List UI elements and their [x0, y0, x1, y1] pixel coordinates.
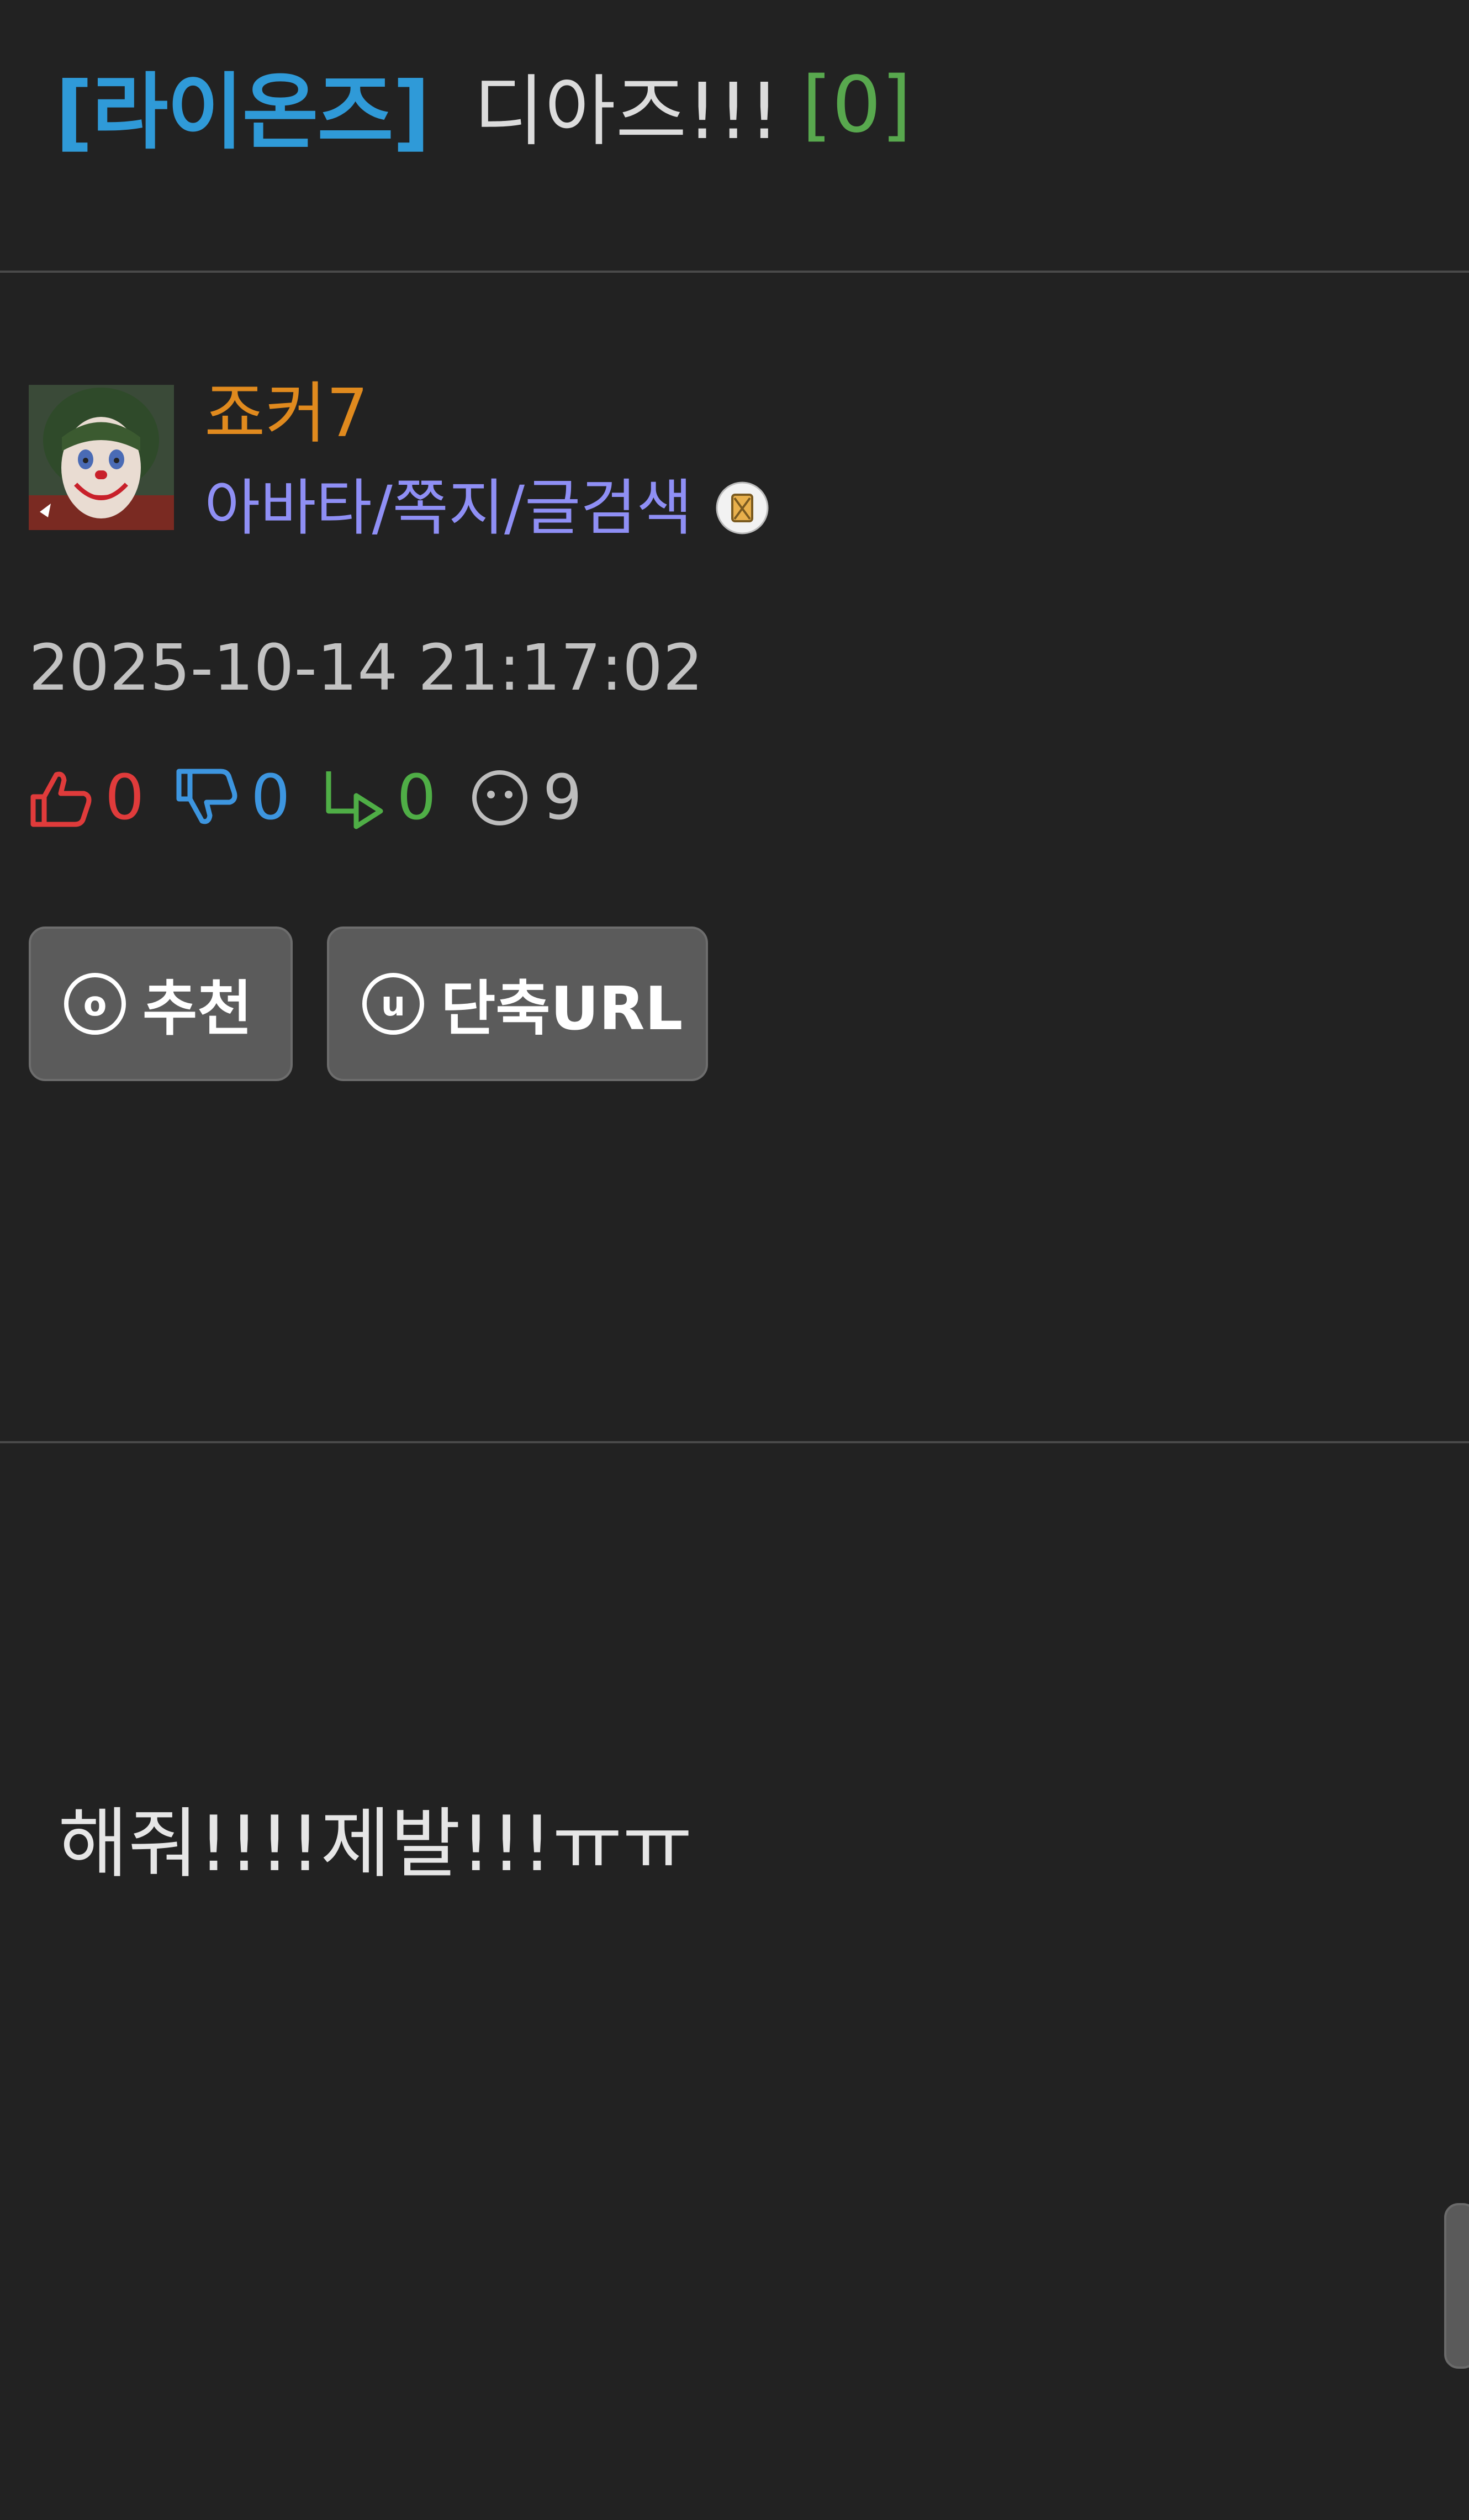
post-date: 2025-10-14 21:17:02	[29, 631, 704, 705]
reply-arrow-icon	[326, 771, 383, 829]
post-body: 해줘!!!!제발!!!ㅠㅠ	[58, 1799, 693, 1888]
member-level-badge-icon	[716, 481, 769, 534]
downvote-count: 0	[251, 762, 290, 834]
recommend-label: 추천	[142, 975, 252, 1044]
author-menu: 아바타/쪽지/글검색	[204, 472, 770, 544]
view-count: 9	[542, 762, 583, 834]
short-url-button[interactable]: u 단축URL	[327, 927, 708, 1081]
recommend-circle-icon: o	[64, 973, 126, 1035]
title-divider	[0, 271, 1469, 273]
comment-count[interactable]: [0]	[802, 60, 911, 150]
thumbs-up-icon[interactable]	[29, 765, 95, 831]
author-name[interactable]: 죠커7	[204, 375, 368, 453]
reply-count: 0	[397, 762, 436, 834]
thumbs-down-icon[interactable]	[175, 765, 241, 831]
author-avatar[interactable]	[29, 385, 174, 530]
joker-avatar-icon	[29, 385, 174, 530]
short-url-label: 단축URL	[441, 975, 683, 1044]
content-divider	[0, 1441, 1469, 1443]
view-face-icon	[472, 770, 527, 825]
scroll-handle[interactable]	[1444, 2203, 1469, 2369]
short-url-circle-icon: u	[362, 973, 424, 1035]
recommend-button[interactable]: o 추천	[29, 927, 293, 1081]
post-subject: 디아즈!!!	[473, 67, 780, 157]
post-category[interactable]: [라이온즈]	[55, 45, 430, 165]
upvote-count: 0	[105, 762, 145, 834]
post-title: [라이온즈] 디아즈!!! [0]	[55, 50, 911, 161]
post-page: [라이온즈] 디아즈!!! [0] 죠커7 아바타/쪽지/글검색 2025-10…	[0, 0, 1469, 2520]
author-links[interactable]: 아바타/쪽지/글검색	[204, 472, 693, 544]
post-stats: 0 0 0 9	[29, 762, 612, 834]
